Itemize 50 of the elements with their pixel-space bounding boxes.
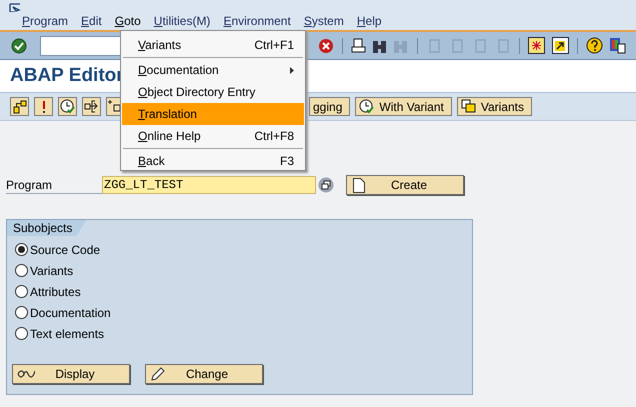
toolbar-button[interactable]: gging: [309, 97, 350, 116]
action-button[interactable]: Change: [145, 364, 263, 384]
value-help-icon[interactable]: [318, 177, 334, 193]
toolbar-button[interactable]: With Variant: [355, 97, 452, 116]
radio-label: Source Code: [30, 242, 100, 258]
check-icon[interactable]: [11, 38, 27, 54]
program-field[interactable]: ZGG_LT_TEST: [102, 176, 316, 194]
create-button[interactable]: Create: [346, 175, 464, 195]
exclamation-icon[interactable]: [42, 100, 46, 114]
document-icon: [353, 178, 365, 192]
tree-arrow-icon[interactable]: [84, 99, 99, 114]
menu-option[interactable]: Documentation: [122, 59, 304, 81]
action-button[interactable]: Display: [12, 364, 130, 384]
structure-icon[interactable]: [108, 99, 123, 114]
radio-label: Variants: [30, 262, 74, 280]
radio-label: Documentation: [30, 304, 111, 322]
new-session-icon[interactable]: [528, 37, 545, 54]
radio-button[interactable]: [15, 264, 28, 277]
menu-item[interactable]: Environment: [223, 12, 291, 30]
menu-item[interactable]: Help: [356, 12, 382, 30]
menu-item[interactable]: Program: [22, 12, 68, 30]
menu-item[interactable]: Goto: [114, 12, 141, 30]
radio-button[interactable]: [15, 327, 28, 340]
radio-button[interactable]: [15, 306, 28, 319]
cancel-icon[interactable]: [318, 38, 334, 54]
menu-item[interactable]: System: [304, 12, 344, 30]
menu-option[interactable]: Back F3: [122, 150, 304, 172]
menu-option[interactable]: Online Help Ctrl+F8: [122, 125, 304, 147]
system-menu-icon[interactable]: [9, 3, 21, 13]
hierarchy-icon[interactable]: [12, 100, 26, 114]
layout-icon[interactable]: [609, 37, 626, 54]
menu-item[interactable]: Utilities(M): [154, 12, 210, 30]
submenu-arrow-icon: [290, 66, 294, 74]
menu-option[interactable]: Translation: [122, 103, 304, 125]
radio-button[interactable]: [15, 285, 28, 298]
menu-item[interactable]: Edit: [81, 12, 102, 30]
screen-title: ABAP Editor: [10, 64, 124, 88]
printer-icon[interactable]: [351, 38, 366, 54]
clock-check-icon: [359, 99, 374, 114]
stacked-windows-icon: [460, 99, 476, 114]
toolbar-button[interactable]: Variants: [456, 97, 532, 116]
shortcut-icon[interactable]: [552, 37, 569, 54]
radio-button[interactable]: [15, 243, 28, 256]
menu-option[interactable]: Object Directory Entry: [122, 81, 304, 103]
radio-label: Text elements: [30, 326, 104, 342]
pencil-icon: [150, 366, 166, 382]
clock-check-icon[interactable]: [60, 99, 75, 114]
group-title: Subobjects: [7, 220, 86, 236]
help-icon[interactable]: [586, 37, 603, 54]
radio-label: Attributes: [30, 284, 81, 300]
